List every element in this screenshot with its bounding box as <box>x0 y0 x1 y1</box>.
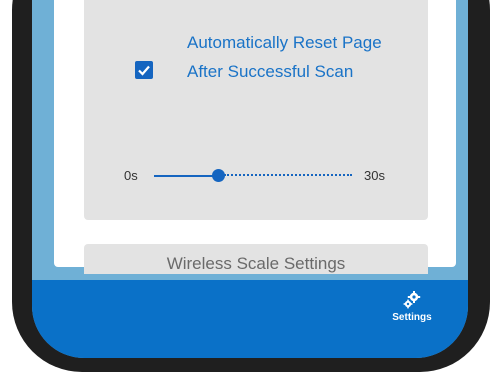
slider-track-remaining[interactable] <box>224 174 352 176</box>
auto-reset-checkbox[interactable] <box>135 61 153 79</box>
settings-tab[interactable]: Settings <box>387 290 437 330</box>
checkmark-icon <box>138 65 150 76</box>
content-sheet: Automatically Reset Page After Successfu… <box>54 0 456 274</box>
bottom-nav-bar: Settings <box>32 280 468 358</box>
reset-delay-slider[interactable]: 0s 30s <box>124 166 394 186</box>
settings-tab-label: Settings <box>392 312 432 323</box>
app-viewport: Automatically Reset Page After Successfu… <box>0 0 499 378</box>
gears-icon <box>403 291 421 309</box>
wireless-scale-settings-title: Wireless Scale Settings <box>166 254 346 273</box>
wireless-scale-settings-card[interactable]: Wireless Scale Settings <box>84 244 428 274</box>
slider-max-label: 30s <box>364 168 385 183</box>
auto-reset-label[interactable]: Automatically Reset Page After Successfu… <box>187 28 387 86</box>
slider-thumb[interactable] <box>212 169 225 182</box>
phone-screen: Automatically Reset Page After Successfu… <box>32 0 468 358</box>
slider-min-label: 0s <box>124 168 138 183</box>
slider-track-filled[interactable] <box>154 175 218 177</box>
settings-card: Automatically Reset Page After Successfu… <box>84 0 428 220</box>
